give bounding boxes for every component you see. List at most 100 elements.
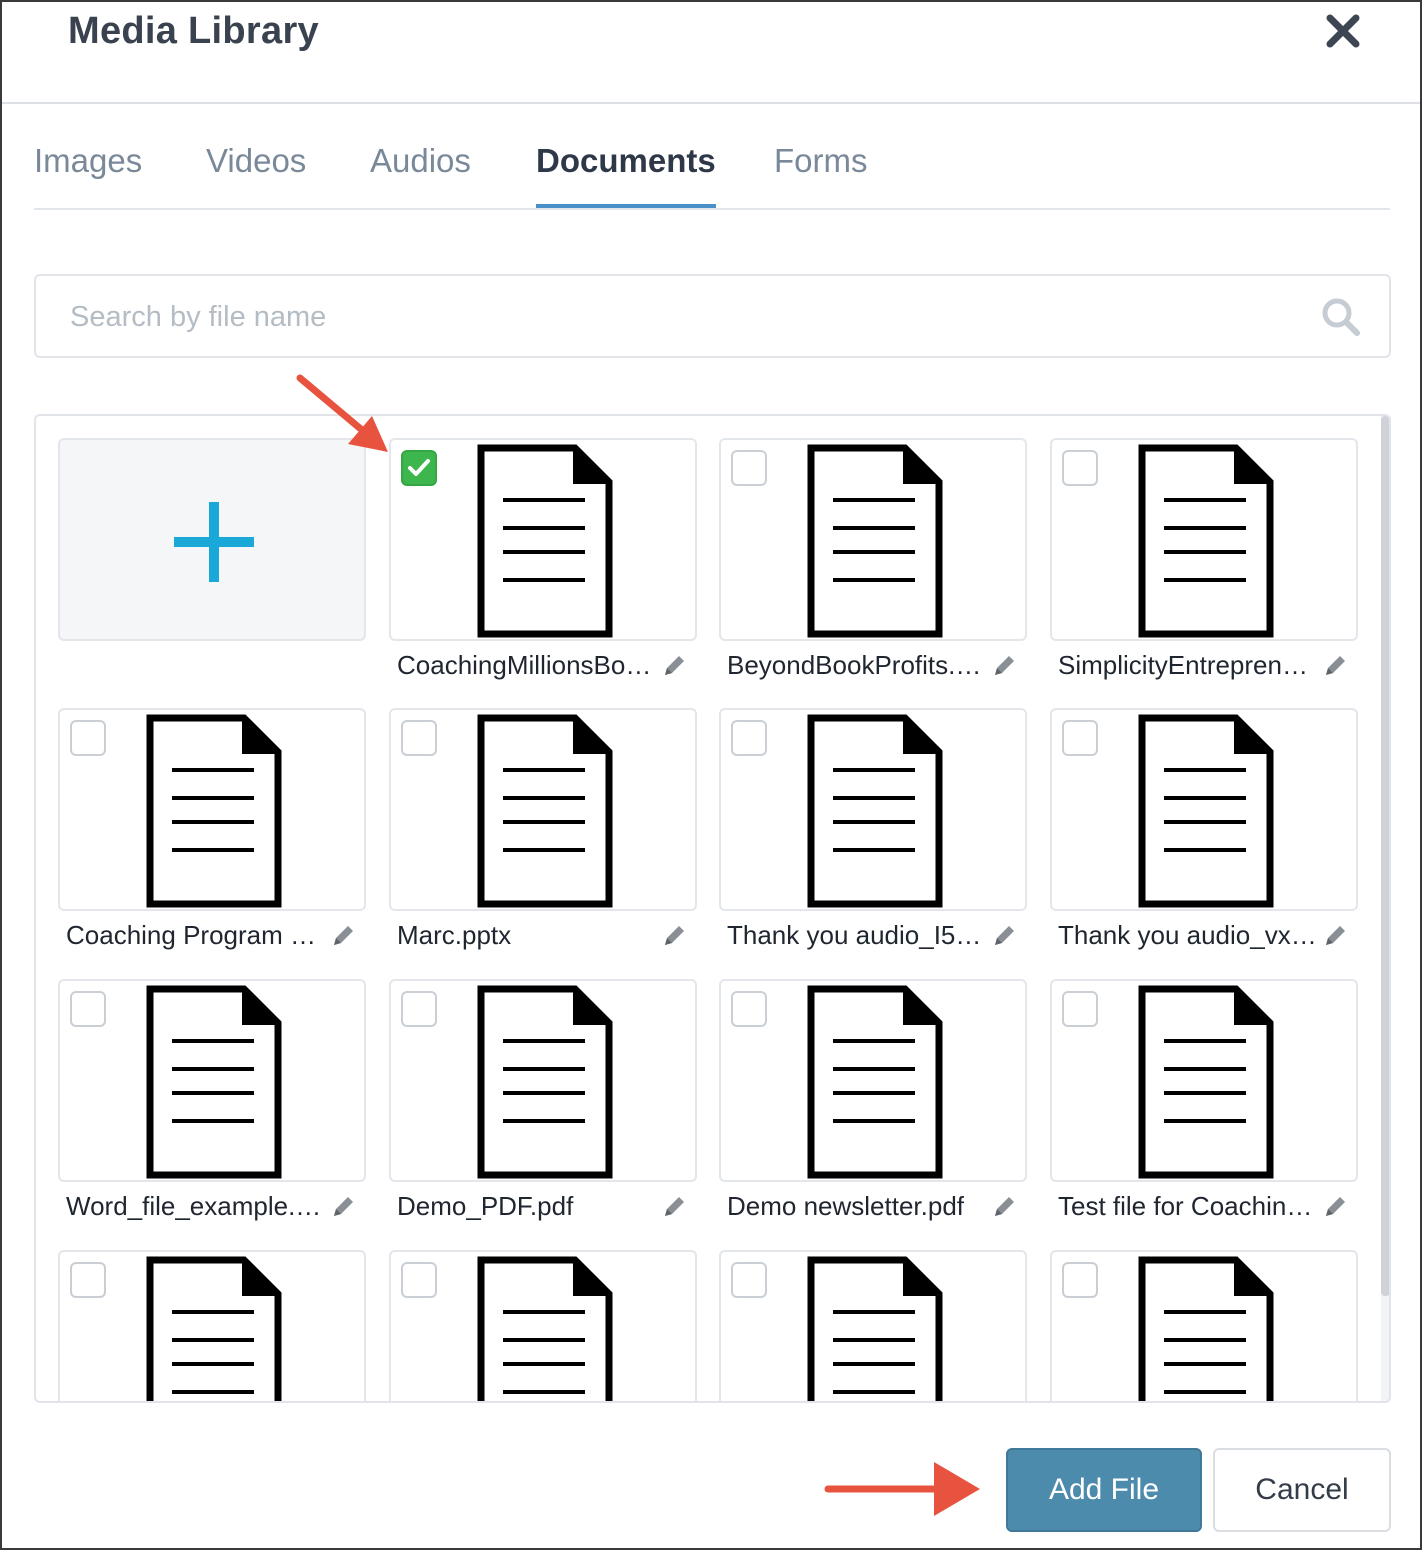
file-select-checkbox[interactable] — [731, 1262, 767, 1298]
file-select-checkbox[interactable] — [401, 720, 437, 756]
search-box — [34, 274, 1391, 358]
file-select-checkbox[interactable] — [731, 450, 767, 486]
edit-pencil-icon[interactable] — [330, 1194, 356, 1220]
file-thumbnail[interactable] — [58, 979, 366, 1182]
file-select-checkbox[interactable] — [1062, 1262, 1098, 1298]
file-thumbnail[interactable] — [389, 979, 697, 1182]
file-thumbnail[interactable] — [58, 708, 366, 911]
document-icon — [807, 985, 943, 1179]
tab-forms[interactable]: Forms — [774, 142, 868, 208]
file-select-checkbox[interactable] — [401, 991, 437, 1027]
search-input[interactable] — [70, 294, 1300, 340]
file-item — [719, 1250, 1027, 1401]
file-thumbnail[interactable] — [389, 708, 697, 911]
search-icon[interactable] — [1320, 296, 1362, 338]
file-select-checkbox[interactable] — [731, 991, 767, 1027]
file-item — [1050, 1250, 1358, 1401]
edit-pencil-icon[interactable] — [661, 923, 687, 949]
document-icon — [146, 985, 282, 1179]
file-thumbnail[interactable] — [389, 1250, 697, 1401]
document-icon — [1138, 985, 1274, 1179]
file-select-checkbox[interactable] — [1062, 720, 1098, 756]
file-name: Demo newsletter.pdf — [727, 1191, 965, 1221]
file-select-checkbox[interactable] — [1062, 991, 1098, 1027]
document-icon — [477, 985, 613, 1179]
file-item — [389, 1250, 697, 1401]
file-label-row: Demo newsletter.pdf — [719, 1187, 1027, 1227]
add-file-tile[interactable] — [58, 438, 366, 641]
edit-pencil-icon[interactable] — [991, 653, 1017, 679]
media-type-tabs: Images Videos Audios Documents Forms — [34, 122, 1390, 210]
edit-pencil-icon[interactable] — [1322, 923, 1348, 949]
file-item: Word_file_example.… — [58, 979, 366, 1229]
add-file-button[interactable]: Add File — [1006, 1448, 1202, 1532]
file-thumbnail[interactable] — [58, 1250, 366, 1401]
file-item: CoachingMillionsBoo… — [389, 438, 697, 688]
file-name: Test file for Coaching… — [1058, 1191, 1320, 1221]
close-icon[interactable] — [1324, 12, 1362, 50]
file-thumbnail[interactable] — [719, 708, 1027, 911]
file-select-checkbox[interactable] — [401, 450, 437, 486]
file-thumbnail[interactable] — [1050, 708, 1358, 911]
file-thumbnail[interactable] — [1050, 438, 1358, 641]
scrollbar[interactable] — [1381, 416, 1389, 1401]
document-icon — [477, 444, 613, 638]
file-label-row: SimplicityEntrepren… — [1050, 646, 1358, 686]
tab-videos[interactable]: Videos — [206, 142, 306, 208]
file-label-row: Demo_PDF.pdf — [389, 1187, 697, 1227]
file-thumbnail[interactable] — [719, 438, 1027, 641]
file-name: Coaching Program Pl… — [66, 920, 328, 950]
edit-pencil-icon[interactable] — [991, 1194, 1017, 1220]
file-name: CoachingMillionsBoo… — [397, 650, 659, 680]
cancel-button[interactable]: Cancel — [1213, 1448, 1391, 1532]
file-select-checkbox[interactable] — [70, 1262, 106, 1298]
file-label-row: BeyondBookProfits.pdf — [719, 646, 1027, 686]
edit-pencil-icon[interactable] — [330, 923, 356, 949]
file-item: Marc.pptx — [389, 708, 697, 958]
document-icon — [807, 444, 943, 638]
tab-documents[interactable]: Documents — [536, 142, 716, 208]
add-file-cell — [58, 438, 366, 688]
plus-icon — [174, 502, 254, 582]
tab-images[interactable]: Images — [34, 142, 142, 208]
file-label-row: Test file for Coaching… — [1050, 1187, 1358, 1227]
document-icon — [477, 1256, 613, 1401]
edit-pencil-icon[interactable] — [1322, 653, 1348, 679]
file-select-checkbox[interactable] — [1062, 450, 1098, 486]
file-label-row: Word_file_example.… — [58, 1187, 366, 1227]
document-icon — [807, 714, 943, 908]
file-thumbnail[interactable] — [719, 1250, 1027, 1401]
file-name: Demo_PDF.pdf — [397, 1191, 574, 1221]
file-item: Thank you audio_vx… — [1050, 708, 1358, 958]
file-thumbnail[interactable] — [719, 979, 1027, 1182]
edit-pencil-icon[interactable] — [661, 653, 687, 679]
file-select-checkbox[interactable] — [70, 720, 106, 756]
file-item: Demo newsletter.pdf — [719, 979, 1027, 1229]
file-name: Thank you audio_vx… — [1058, 920, 1317, 950]
file-thumbnail[interactable] — [389, 438, 697, 641]
dialog-title: Media Library — [68, 10, 319, 52]
edit-pencil-icon[interactable] — [1322, 1194, 1348, 1220]
file-item — [58, 1250, 366, 1401]
file-select-checkbox[interactable] — [70, 991, 106, 1027]
file-name: Marc.pptx — [397, 920, 512, 950]
document-icon — [146, 1256, 282, 1401]
file-select-checkbox[interactable] — [731, 720, 767, 756]
file-name: Word_file_example.… — [66, 1191, 322, 1221]
file-select-checkbox[interactable] — [401, 1262, 437, 1298]
file-item: SimplicityEntrepren… — [1050, 438, 1358, 688]
file-label-row: Thank you audio_vx… — [1050, 916, 1358, 956]
file-item: Demo_PDF.pdf — [389, 979, 697, 1229]
tab-audios[interactable]: Audios — [370, 142, 471, 208]
scrollbar-thumb[interactable] — [1381, 416, 1389, 1296]
file-thumbnail[interactable] — [1050, 979, 1358, 1182]
file-thumbnail[interactable] — [1050, 1250, 1358, 1401]
file-name: BeyondBookProfits.pdf — [727, 650, 989, 680]
annotation-arrow-add-file — [824, 1462, 980, 1516]
edit-pencil-icon[interactable] — [661, 1194, 687, 1220]
edit-pencil-icon[interactable] — [991, 923, 1017, 949]
document-icon — [1138, 1256, 1274, 1401]
document-icon — [477, 714, 613, 908]
file-grid: CoachingMillionsBoo… BeyondBookProfits.pd… — [34, 414, 1391, 1403]
file-label-row: Marc.pptx — [389, 916, 697, 956]
